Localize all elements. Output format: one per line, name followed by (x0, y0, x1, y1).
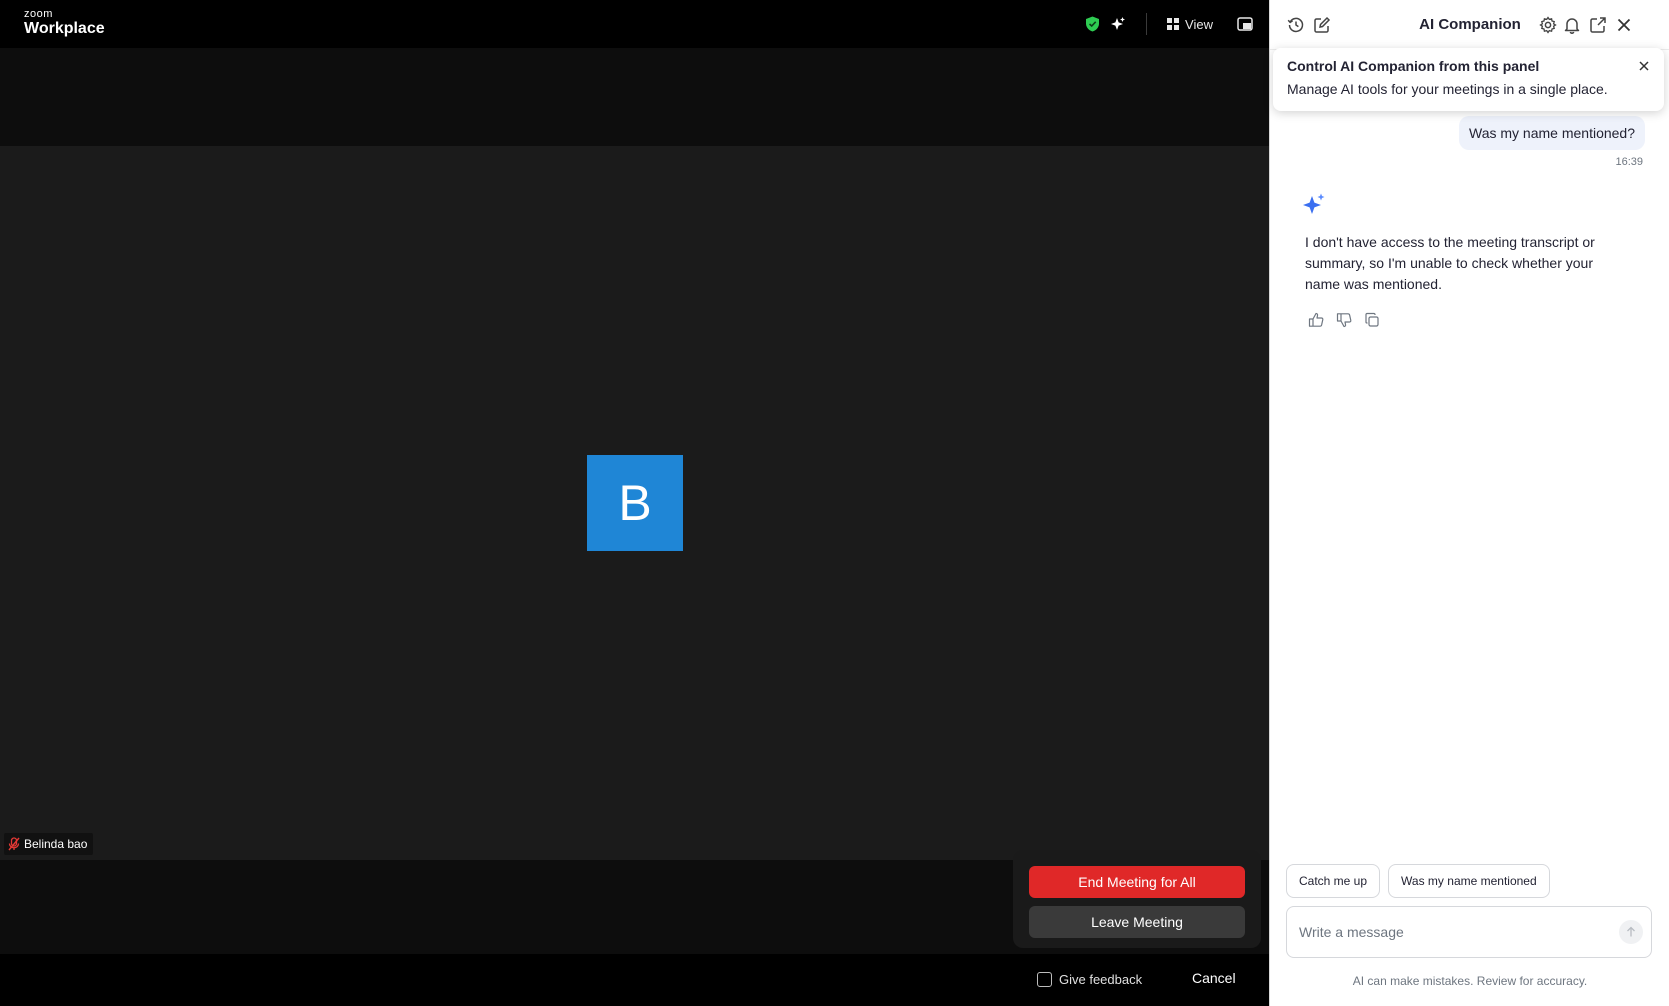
message-input[interactable] (1299, 907, 1599, 957)
zoom-app: zoom Workplace View B Belinda bao End Me… (0, 0, 1669, 1006)
tooltip-body: Manage AI tools for your meetings in a s… (1287, 81, 1608, 97)
tooltip-close-icon[interactable] (1638, 60, 1650, 72)
ai-disclaimer: AI can make mistakes. Review for accurac… (1352, 974, 1588, 988)
mic-muted-icon (8, 837, 20, 851)
ai-companion-panel: AI Companion Was my name mentioned? 16:3… (1269, 0, 1669, 1006)
ai-response-text: I don't have access to the meeting trans… (1305, 234, 1595, 292)
minimize-window-icon[interactable] (1237, 17, 1253, 31)
panel-header: AI Companion (1270, 0, 1669, 50)
feedback-label: Give feedback (1059, 972, 1143, 987)
settings-icon[interactable] (1538, 15, 1558, 35)
close-panel-icon[interactable] (1614, 15, 1634, 35)
leave-meeting-button[interactable]: Leave Meeting (1029, 906, 1245, 938)
new-chat-icon[interactable] (1312, 15, 1332, 35)
participant-avatar: B (587, 455, 683, 551)
send-icon (1627, 926, 1635, 937)
message-timestamp: 16:39 (1615, 156, 1643, 168)
meeting-top-strip (0, 48, 1269, 146)
onboarding-tooltip: Control AI Companion from this panel Man… (1273, 48, 1664, 111)
response-actions (1307, 311, 1381, 329)
sparkle-icon[interactable] (1110, 16, 1126, 32)
logo-brand: zoom (24, 8, 53, 20)
grid-view-icon (1167, 18, 1180, 30)
suggestion-chips: Catch me up Was my name mentioned (1286, 864, 1550, 898)
pop-out-icon[interactable] (1588, 15, 1608, 35)
send-button[interactable] (1619, 920, 1643, 944)
end-meeting-for-all-button[interactable]: End Meeting for All (1029, 866, 1245, 898)
suggestion-chip-name-mentioned[interactable]: Was my name mentioned (1388, 864, 1550, 898)
view-label: View (1185, 16, 1213, 32)
participant-name: Belinda bao (24, 837, 88, 851)
suggestion-chip-catch-me-up[interactable]: Catch me up (1286, 864, 1381, 898)
message-composer (1286, 906, 1652, 958)
end-meeting-dialog: End Meeting for All Leave Meeting (1013, 850, 1261, 948)
zoom-logo: zoom Workplace (24, 9, 105, 37)
feedback-checkbox-box[interactable] (1037, 972, 1052, 987)
meeting-area: zoom Workplace View B Belinda bao End Me… (0, 0, 1269, 1006)
history-icon[interactable] (1286, 15, 1306, 35)
give-feedback-checkbox[interactable]: Give feedback (1037, 972, 1142, 987)
participant-name-tag: Belinda bao (4, 833, 94, 855)
tooltip-title: Control AI Companion from this panel (1287, 58, 1540, 74)
logo-product: Workplace (24, 20, 105, 37)
bell-icon[interactable] (1562, 15, 1582, 35)
shield-check-icon[interactable] (1085, 16, 1100, 32)
ai-companion-sparkle-icon (1301, 192, 1327, 218)
topbar-divider (1146, 13, 1148, 35)
user-message-bubble: Was my name mentioned? (1459, 116, 1645, 150)
cancel-button[interactable]: Cancel (1192, 970, 1236, 986)
thumbs-up-icon[interactable] (1307, 311, 1325, 329)
thumbs-down-icon[interactable] (1335, 311, 1353, 329)
topbar-controls: View (1085, 12, 1253, 36)
meeting-topbar: zoom Workplace View (0, 0, 1269, 48)
view-button[interactable]: View (1167, 17, 1213, 32)
copy-icon[interactable] (1363, 311, 1381, 329)
